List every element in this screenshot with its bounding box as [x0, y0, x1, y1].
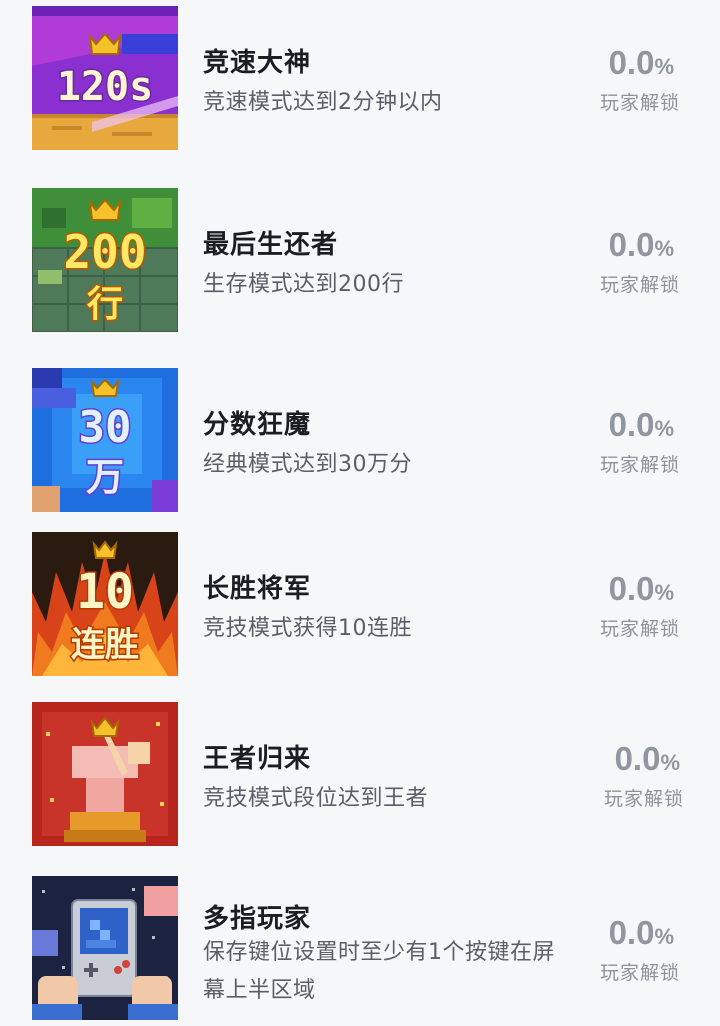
achievement-title: 竞速大神 — [203, 48, 312, 78]
unlock-label: 玩家解锁 — [603, 788, 684, 810]
percent-unit: % — [654, 580, 674, 605]
unlock-percentage: 0.0% — [560, 740, 680, 778]
unlock-percentage: 0.0% — [554, 570, 674, 608]
unlock-label: 玩家解锁 — [599, 618, 680, 640]
badge-label: 120s — [57, 64, 153, 110]
achievement-row-score[interactable]: 30 万 分数狂魔 经典模式达到30万分 0.0% 玩家解锁 — [0, 366, 720, 516]
achievement-row-multi-finger[interactable]: 多指玩家 保存键位设置时至少有1个按键在屏幕上半区域 0.0% 玩家解锁 — [0, 872, 720, 1026]
unlock-percentage: 0.0% — [554, 44, 674, 82]
percent-unit: % — [654, 54, 674, 79]
percent-unit: % — [654, 924, 674, 949]
achievement-list: 120s 竞速大神 竞速模式达到2分钟以内 0.0% 玩家解锁 200 行 最后… — [0, 0, 720, 1026]
achievement-row-speed[interactable]: 120s 竞速大神 竞速模式达到2分钟以内 0.0% 玩家解锁 — [0, 4, 720, 154]
percent-value: 0.0 — [608, 44, 655, 81]
survival-200-lines-badge-icon: 200 行 — [32, 188, 178, 332]
king-trophy-badge-icon — [32, 702, 178, 846]
unlock-percentage: 0.0% — [554, 914, 674, 952]
unlock-label: 玩家解锁 — [599, 454, 680, 476]
win-streak-10-badge-icon: 10 连胜 — [32, 532, 178, 676]
multi-finger-gamer-badge-icon — [32, 876, 178, 1020]
percent-value: 0.0 — [608, 914, 655, 951]
achievement-description: 保存键位设置时至少有1个按键在屏幕上半区域 — [203, 940, 555, 1003]
achievement-title: 王者归来 — [203, 744, 312, 774]
achievement-description: 生存模式达到200行 — [203, 272, 404, 297]
achievement-description: 竞技模式段位达到王者 — [203, 786, 429, 811]
unlock-label: 玩家解锁 — [599, 962, 680, 984]
badge-sublabel: 行 — [87, 284, 123, 325]
unlock-label: 玩家解锁 — [599, 92, 680, 114]
achievement-title: 长胜将军 — [203, 574, 312, 604]
achievement-description: 竞技模式获得10连胜 — [203, 616, 412, 641]
speed-120s-badge-icon: 120s — [32, 6, 178, 150]
unlock-percentage: 0.0% — [554, 406, 674, 444]
achievement-row-streak[interactable]: 10 连胜 长胜将军 竞技模式获得10连胜 0.0% 玩家解锁 — [0, 530, 720, 680]
badge-sublabel: 万 — [86, 455, 124, 499]
badge-label: 10 — [76, 564, 134, 620]
percent-value: 0.0 — [608, 406, 655, 443]
achievement-title: 分数狂魔 — [203, 410, 312, 440]
unlock-percentage: 0.0% — [554, 226, 674, 264]
achievement-description: 竞速模式达到2分钟以内 — [203, 90, 443, 115]
percent-value: 0.0 — [608, 226, 655, 263]
achievement-row-survival[interactable]: 200 行 最后生还者 生存模式达到200行 0.0% 玩家解锁 — [0, 186, 720, 336]
percent-value: 0.0 — [614, 740, 661, 777]
percent-unit: % — [654, 416, 674, 441]
badge-label: 200 — [63, 225, 146, 279]
achievement-description: 经典模式达到30万分 — [203, 452, 412, 477]
percent-unit: % — [654, 236, 674, 261]
percent-value: 0.0 — [608, 570, 655, 607]
percent-unit: % — [660, 750, 680, 775]
badge-sublabel: 连胜 — [71, 625, 139, 665]
achievement-row-king[interactable]: 王者归来 竞技模式段位达到王者 0.0% 玩家解锁 — [0, 700, 720, 850]
achievement-title: 最后生还者 — [203, 230, 339, 260]
badge-label: 30 — [79, 402, 132, 453]
score-300k-badge-icon: 30 万 — [32, 368, 178, 512]
achievement-title: 多指玩家 — [203, 904, 312, 934]
unlock-label: 玩家解锁 — [599, 274, 680, 296]
